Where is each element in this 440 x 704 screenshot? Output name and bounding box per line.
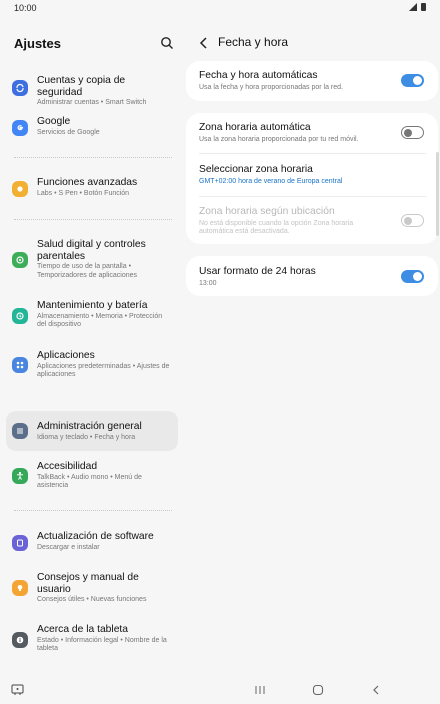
selected-timezone-value: GMT+02:00 hora de verano de Europa centr… xyxy=(199,178,343,185)
page-title: Ajustes xyxy=(14,36,61,51)
maintenance-icon xyxy=(12,308,28,324)
status-bar: 10:00 xyxy=(0,0,440,16)
sliders-icon xyxy=(12,423,28,439)
menu-item-tips[interactable]: Consejos y manual de usuario Consejos út… xyxy=(6,568,178,608)
menu-item-accounts[interactable]: Cuentas y copia de seguridad Administrar… xyxy=(6,72,178,106)
row-auto-timezone[interactable]: Zona horaria automática Usa la zona hora… xyxy=(186,113,438,153)
menu-item-title: Consejos y manual de usuario xyxy=(37,572,139,595)
status-time: 10:00 xyxy=(14,3,37,13)
row-subtitle: Usa la zona horaria proporcionada por tu… xyxy=(199,136,359,143)
sync-icon xyxy=(12,80,28,96)
menu-item-subtitle: Labs • S Pen • Botón Función xyxy=(37,189,130,197)
menu-item-digital-wellbeing[interactable]: Salud digital y controles parentales Tie… xyxy=(6,234,178,286)
menu-item-device-care[interactable]: Mantenimiento y batería Almacenamiento •… xyxy=(6,296,178,336)
menu-item-subtitle: Servicios de Google xyxy=(37,128,100,136)
row-title: Usar formato de 24 horas xyxy=(199,266,316,277)
menu-item-subtitle: Tiempo de uso de la pantalla • Temporiza… xyxy=(37,263,137,279)
menu-item-subtitle: Consejos útiles • Nuevas funciones xyxy=(37,596,147,603)
row-location-timezone: Zona horaria según ubicación No está dis… xyxy=(186,197,438,244)
row-auto-datetime[interactable]: Fecha y hora automáticas Usa la fecha y … xyxy=(186,61,438,101)
google-icon xyxy=(12,120,28,136)
settings-list-pane: Ajustes Cuentas y copia de seguridad Adm… xyxy=(0,16,186,676)
menu-item-advanced-features[interactable]: Funciones avanzadas Labs • S Pen • Botón… xyxy=(6,174,178,204)
battery-icon xyxy=(421,3,426,11)
menu-item-general-management[interactable]: Administración general Idioma y teclado … xyxy=(6,411,178,451)
row-title: Zona horaria según ubicación xyxy=(199,206,335,217)
menu-item-accessibility[interactable]: Accesibilidad TalkBack • Audio mono • Me… xyxy=(6,456,178,496)
row-title: Zona horaria automática xyxy=(199,122,311,133)
back-nav-icon[interactable] xyxy=(369,684,383,696)
row-title: Seleccionar zona horaria xyxy=(199,164,313,175)
menu-item-about-tablet[interactable]: Acerca de la tableta Estado • Informació… xyxy=(6,620,178,660)
wellbeing-icon xyxy=(12,252,28,268)
menu-item-title: Salud digital y controles parentales xyxy=(37,239,146,262)
update-icon xyxy=(12,535,28,551)
menu-item-title: Mantenimiento y batería xyxy=(37,300,148,311)
menu-item-subtitle: Administrar cuentas • Smart Switch xyxy=(37,99,147,106)
status-icons xyxy=(408,3,426,11)
row-title: Fecha y hora automáticas xyxy=(199,70,318,81)
location-timezone-toggle xyxy=(401,214,424,227)
screenshot-keyboard-icon[interactable] xyxy=(11,684,25,696)
scroll-indicator xyxy=(436,152,439,236)
row-subtitle: No está disponible cuando la opción Zona… xyxy=(199,220,354,235)
menu-item-apps[interactable]: Aplicaciones Aplicaciones predeterminada… xyxy=(6,346,178,386)
card-auto-datetime: Fecha y hora automáticas Usa la fecha y … xyxy=(186,61,438,101)
menu-item-title: Actualización de software xyxy=(37,531,154,542)
menu-item-google[interactable]: Google Servicios de Google xyxy=(6,113,178,143)
auto-datetime-toggle[interactable] xyxy=(401,74,424,87)
menu-item-title: Accesibilidad xyxy=(37,461,98,472)
star-icon xyxy=(12,181,28,197)
apps-icon xyxy=(12,357,28,373)
menu-item-subtitle: Aplicaciones predeterminadas • Ajustes d… xyxy=(37,362,170,379)
search-icon[interactable] xyxy=(160,36,174,50)
divider xyxy=(14,157,172,158)
menu-item-title: Funciones avanzadas xyxy=(37,177,138,188)
signal-icon xyxy=(409,3,417,11)
row-subtitle: Usa la fecha y hora proporcionadas por l… xyxy=(199,84,343,91)
row-24h-format[interactable]: Usar formato de 24 horas 13:00 xyxy=(186,256,438,296)
menu-item-subtitle: Idioma y teclado • Fecha y hora xyxy=(37,433,136,441)
menu-item-subtitle: TalkBack • Audio mono • Menú de asistenc… xyxy=(37,473,142,490)
menu-item-subtitle: Estado • Información legal • Nombre de l… xyxy=(37,636,167,653)
back-arrow-icon[interactable] xyxy=(198,36,210,50)
home-icon[interactable] xyxy=(311,684,325,696)
recents-icon[interactable] xyxy=(253,684,267,696)
divider xyxy=(14,219,172,220)
menu-item-software-update[interactable]: Actualización de software Descargar e in… xyxy=(6,528,178,558)
menu-item-title: Cuentas y copia de seguridad xyxy=(37,75,126,98)
menu-item-subtitle: Descargar e instalar xyxy=(37,543,100,551)
menu-item-title: Aplicaciones xyxy=(37,350,95,361)
row-select-timezone[interactable]: Seleccionar zona horaria GMT+02:00 hora … xyxy=(186,154,438,196)
lightbulb-icon xyxy=(12,580,28,596)
card-24h-format: Usar formato de 24 horas 13:00 xyxy=(186,256,438,296)
menu-item-title: Administración general xyxy=(37,421,142,432)
menu-item-title: Google xyxy=(37,116,71,127)
detail-title: Fecha y hora xyxy=(218,35,289,49)
row-subtitle: 13:00 xyxy=(199,280,217,287)
24h-format-toggle[interactable] xyxy=(401,270,424,283)
menu-item-subtitle: Almacenamiento • Memoria • Protección de… xyxy=(37,312,163,329)
card-timezone: Zona horaria automática Usa la zona hora… xyxy=(186,113,438,244)
menu-item-title: Acerca de la tableta xyxy=(37,624,129,635)
auto-timezone-toggle[interactable] xyxy=(401,126,424,139)
accessibility-icon xyxy=(12,468,28,484)
info-icon xyxy=(12,632,28,648)
navigation-bar xyxy=(0,676,440,704)
divider xyxy=(14,510,172,511)
